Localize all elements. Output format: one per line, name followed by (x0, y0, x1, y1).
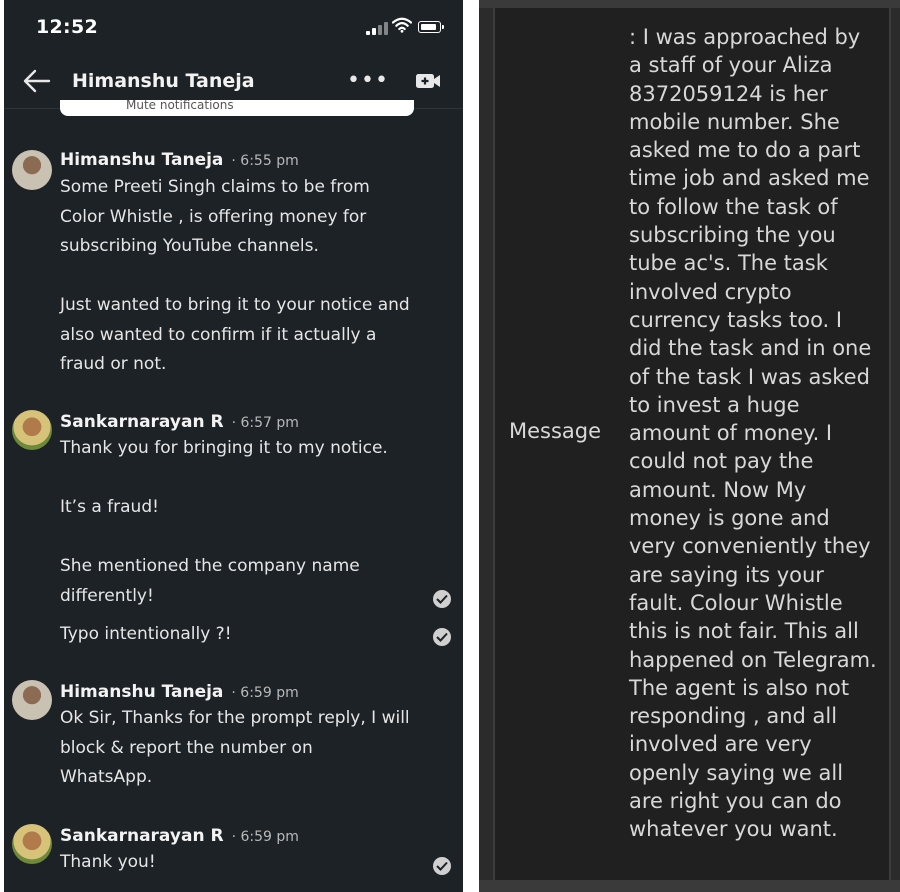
message-time: · 6:55 pm (231, 153, 299, 169)
avatar[interactable] (12, 150, 52, 190)
message-field-label: Message (509, 419, 602, 443)
sender-line: Sankarnarayan R · 6:57 pm (60, 412, 299, 432)
mute-notifications-banner[interactable]: Mute notifications (60, 100, 414, 116)
message-text: Ok Sir, Thanks for the prompt reply, I w… (60, 708, 410, 787)
sender-name[interactable]: Himanshu Taneja (60, 150, 223, 170)
form-screenshot: Message : I was approached by a staff of… (479, 0, 900, 892)
message-time: · 6:59 pm (231, 829, 299, 845)
sender-line: Sankarnarayan R · 6:59 pm (60, 826, 299, 846)
video-call-icon[interactable] (415, 71, 441, 91)
message-time: · 6:59 pm (231, 685, 299, 701)
avatar[interactable] (12, 410, 52, 450)
avatar[interactable] (12, 680, 52, 720)
back-arrow-icon[interactable] (22, 68, 52, 94)
sender-name[interactable]: Sankarnarayan R (60, 826, 224, 846)
read-receipt-icon (433, 857, 451, 875)
sender-name[interactable]: Himanshu Taneja (60, 682, 223, 702)
sender-name[interactable]: Sankarnarayan R (60, 412, 224, 432)
chat-screen: 12:52 Himanshu Taneja ••• Mute notificat… (4, 0, 463, 892)
message-text: Typo intentionally ?! (60, 624, 232, 644)
more-options-icon[interactable]: ••• (347, 68, 389, 93)
read-receipt-icon (433, 590, 451, 608)
read-receipt-icon (433, 628, 451, 646)
message-text: Some Preeti Singh claims to be from Colo… (60, 177, 410, 374)
signal-icon (366, 22, 388, 35)
message-time: · 6:57 pm (231, 415, 299, 431)
message-text: Thank you for bringing it to my notice. … (60, 438, 388, 606)
sender-line: Himanshu Taneja · 6:59 pm (60, 682, 299, 702)
status-time: 12:52 (36, 16, 98, 38)
message-text: Thank you! (60, 852, 156, 872)
message-field-value: : I was approached by a staff of your Al… (629, 25, 877, 842)
table-border-bottom (479, 880, 900, 892)
battery-icon (418, 21, 444, 33)
sender-line: Himanshu Taneja · 6:55 pm (60, 150, 299, 170)
wifi-icon (392, 17, 412, 33)
status-bar: 12:52 (4, 0, 463, 58)
avatar[interactable] (12, 824, 52, 864)
mute-notifications-label: Mute notifications (126, 100, 234, 112)
table-border-top (479, 0, 900, 8)
conversation-title[interactable]: Himanshu Taneja (72, 70, 255, 92)
